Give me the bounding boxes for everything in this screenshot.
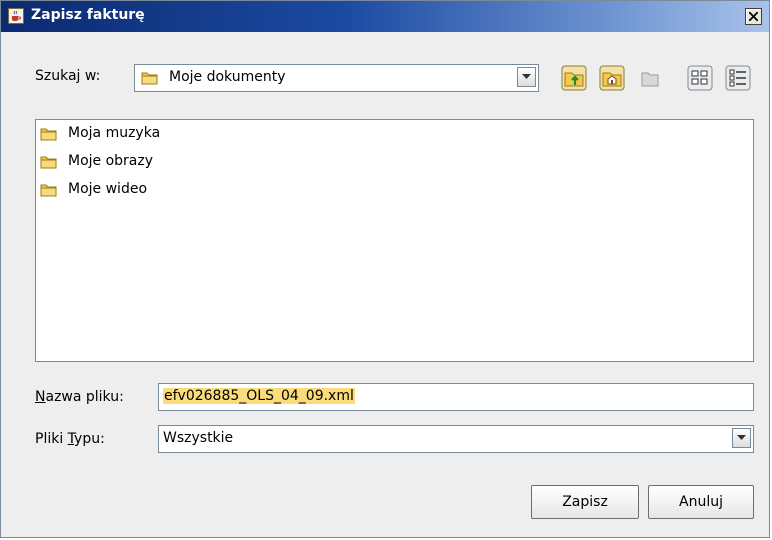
window-title: Zapisz fakturę [31,7,145,23]
title-bar[interactable]: Zapisz fakturę [1,1,769,32]
java-coffee-icon [8,8,24,24]
list-view-icon [687,65,713,91]
save-button[interactable]: Zapisz [531,485,639,519]
new-folder-button[interactable] [637,65,663,91]
folder-icon [40,156,57,169]
new-folder-icon [641,72,659,87]
filetype-value: Wszystkie [163,430,234,446]
filename-label-text: azwa pliku: [45,389,124,405]
chevron-down-icon [737,435,746,440]
home-icon [599,65,625,91]
list-view-button[interactable] [687,65,713,91]
details-view-icon [725,65,751,91]
item-label: Moje obrazy [68,153,154,169]
up-folder-button[interactable] [561,65,587,91]
filetype-label: Pliki Typu: [35,431,105,447]
filename-mnemonic: N [35,389,46,405]
folder-icon [40,184,57,197]
filename-value: efv026885_OLS_04_09.xml [163,388,355,404]
item-label: Moja muzyka [68,125,161,141]
cancel-button[interactable]: Anuluj [648,485,754,519]
filetype-dropdown-button[interactable] [732,428,751,448]
look-in-value: Moje dokumenty [169,69,286,85]
details-view-button[interactable] [725,65,751,91]
look-in-label: Szukaj w: [35,68,101,84]
filename-input[interactable]: efv026885_OLS_04_09.xml [158,383,754,411]
filename-label: Nazwa pliku: [35,389,124,405]
close-button[interactable] [745,8,762,25]
save-dialog: Zapisz fakturę Szukaj w: Moje dokumenty [0,0,770,538]
look-in-combo[interactable]: Moje dokumenty [134,64,539,92]
item-label: Moje wideo [68,181,148,197]
filetype-combo[interactable]: Wszystkie [158,425,754,453]
folder-icon [141,72,158,85]
file-list[interactable]: Moja muzyka Moje obrazy Moje wideo [35,119,754,362]
chevron-down-icon [522,74,531,79]
look-in-dropdown-button[interactable] [517,67,536,87]
up-folder-icon [561,65,587,91]
folder-icon [40,128,57,141]
filetype-label-prefix: Pliki [35,431,68,447]
home-button[interactable] [599,65,625,91]
filetype-label-text: ypu: [74,431,105,447]
close-icon [749,12,758,21]
